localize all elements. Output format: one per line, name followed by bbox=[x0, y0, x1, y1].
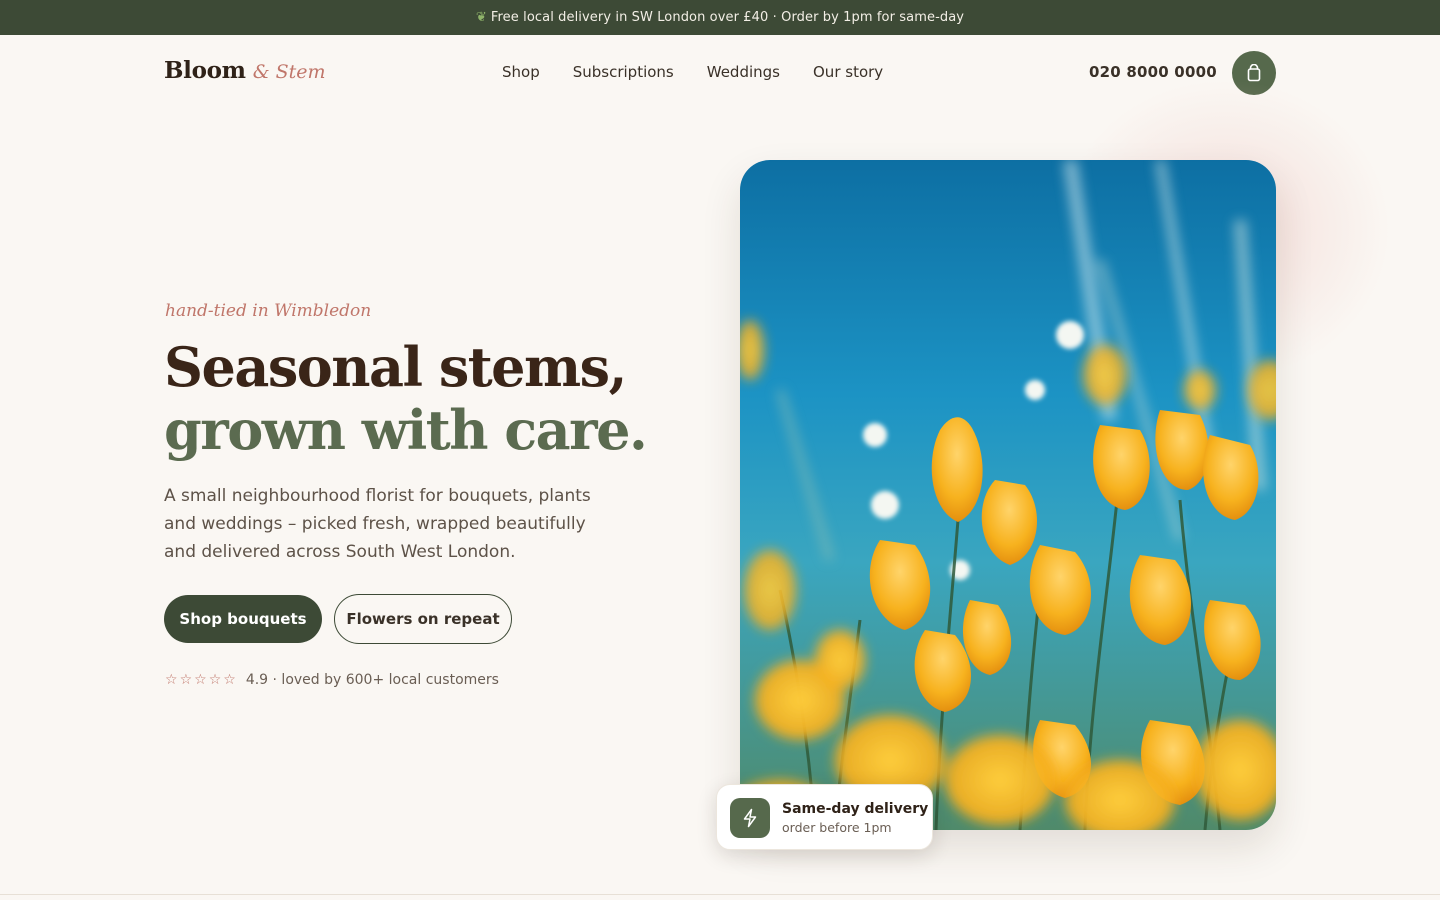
phone-number[interactable]: 020 8000 0000 bbox=[1089, 63, 1217, 81]
star-icon: ☆ bbox=[194, 672, 207, 688]
star-icon: ☆ bbox=[179, 672, 193, 688]
nav-our-story[interactable]: Our story bbox=[813, 63, 883, 81]
nav-subscriptions[interactable]: Subscriptions bbox=[573, 63, 674, 81]
section-divider bbox=[0, 894, 1440, 895]
lightning-icon bbox=[730, 798, 770, 838]
nav-shop[interactable]: Shop bbox=[502, 63, 540, 81]
announcement-text: Free local delivery in SW London over £4… bbox=[490, 10, 965, 25]
hero-description: A small neighbourhood florist for bouque… bbox=[164, 486, 591, 562]
same-day-delivery-card: Same-day delivery order before 1pm bbox=[716, 784, 933, 850]
logo-suffix: & Stem bbox=[252, 61, 326, 83]
hero-image bbox=[740, 160, 1276, 830]
badge-subtitle: order before 1pm bbox=[782, 820, 892, 835]
badge-title: Same-day delivery bbox=[782, 801, 929, 817]
announcement-bar: ❦ Free local delivery in SW London over … bbox=[0, 0, 1440, 35]
leaf-icon: ❦ bbox=[475, 10, 487, 25]
hero-headline: Seasonal stems, grown with care. bbox=[164, 335, 648, 462]
nav-weddings[interactable]: Weddings bbox=[707, 63, 780, 81]
logo-name: Bloom bbox=[164, 57, 246, 84]
star-icon: ☆ bbox=[208, 672, 222, 688]
shopping-bag-icon bbox=[1247, 64, 1261, 82]
headline-line-1: Seasonal stems, bbox=[164, 335, 627, 399]
star-icon: ☆ bbox=[165, 672, 178, 688]
rating: ☆ ☆ ☆ ☆ ☆ 4.9 · loved by 600+ local cust… bbox=[165, 672, 499, 688]
shop-bouquets-button[interactable]: Shop bouquets bbox=[164, 595, 322, 643]
hero-kicker: hand-tied in Wimbledon bbox=[165, 301, 372, 321]
logo[interactable]: Bloom & Stem bbox=[164, 57, 326, 84]
flowers-on-repeat-button[interactable]: Flowers on repeat bbox=[334, 594, 512, 644]
main-nav: Shop Subscriptions Weddings Our story bbox=[502, 63, 883, 81]
star-icon: ☆ bbox=[223, 672, 236, 688]
rating-text: 4.9 · loved by 600+ local customers bbox=[245, 672, 499, 688]
headline-line-2: grown with care. bbox=[164, 398, 648, 462]
rating-stars: ☆ ☆ ☆ ☆ ☆ bbox=[165, 673, 236, 687]
